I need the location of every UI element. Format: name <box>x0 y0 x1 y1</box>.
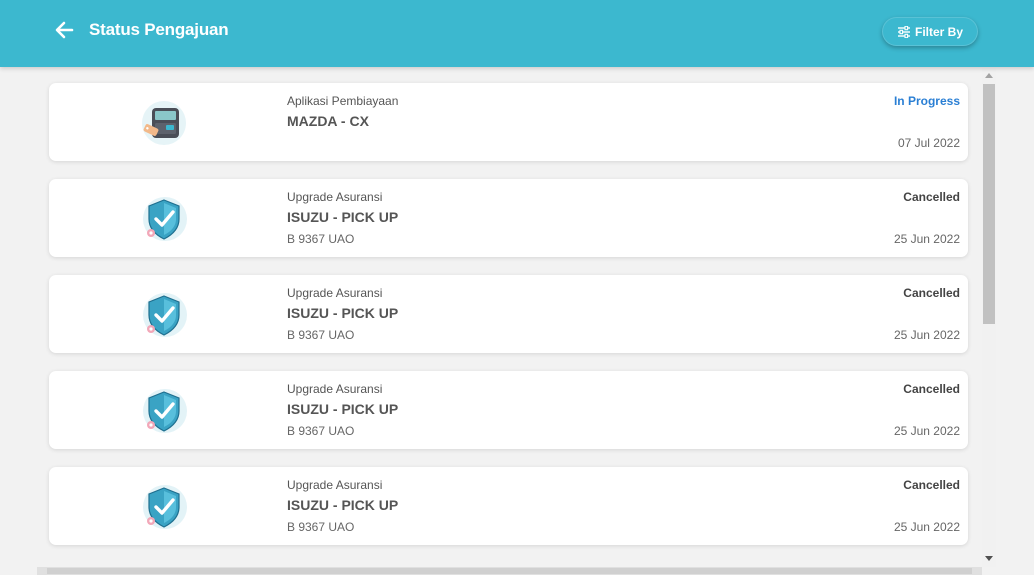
vehicle-name: ISUZU - PICK UP <box>287 305 399 321</box>
status-badge: Cancelled <box>903 382 960 396</box>
application-type: Upgrade Asuransi <box>287 190 383 204</box>
app-header: Status Pengajuan Filter By <box>0 0 1034 67</box>
status-badge: Cancelled <box>903 286 960 300</box>
license-plate: B 9367 UAO <box>287 328 355 342</box>
shield-check-icon <box>139 194 189 244</box>
scrollbar-thumb[interactable] <box>983 84 995 324</box>
shield-check-icon <box>139 290 189 340</box>
vehicle-name: ISUZU - PICK UP <box>287 401 399 417</box>
page-title: Status Pengajuan <box>89 20 229 39</box>
application-type: Upgrade Asuransi <box>287 286 383 300</box>
back-button[interactable] <box>52 17 78 43</box>
sliders-icon <box>897 25 910 38</box>
vertical-scrollbar[interactable] <box>982 67 996 567</box>
shield-check-icon <box>139 386 189 436</box>
application-card[interactable]: Aplikasi Pembiayaan MAZDA - CX In Progre… <box>49 83 968 161</box>
horizontal-scrollbar[interactable] <box>37 567 982 575</box>
filter-button[interactable]: Filter By <box>882 17 978 46</box>
scroll-down-arrow[interactable] <box>985 556 993 561</box>
status-badge: In Progress <box>893 94 960 108</box>
application-type: Aplikasi Pembiayaan <box>287 94 399 108</box>
application-card[interactable]: Upgrade Asuransi ISUZU - PICK UP B 9367 … <box>49 467 968 545</box>
vehicle-name: ISUZU - PICK UP <box>287 497 399 513</box>
application-date: 07 Jul 2022 <box>897 136 960 150</box>
cash-register-icon <box>139 98 189 148</box>
shield-check-icon <box>139 482 189 532</box>
application-date: 25 Jun 2022 <box>893 328 960 342</box>
vehicle-name: MAZDA - CX <box>287 113 369 129</box>
application-list: Aplikasi Pembiayaan MAZDA - CX In Progre… <box>49 83 968 563</box>
application-card[interactable]: Upgrade Asuransi ISUZU - PICK UP B 9367 … <box>49 179 968 257</box>
license-plate: B 9367 UAO <box>287 520 355 534</box>
license-plate: B 9367 UAO <box>287 232 355 246</box>
application-card[interactable]: Upgrade Asuransi ISUZU - PICK UP B 9367 … <box>49 275 968 353</box>
application-card[interactable]: Upgrade Asuransi ISUZU - PICK UP B 9367 … <box>49 371 968 449</box>
application-date: 25 Jun 2022 <box>893 232 960 246</box>
application-type: Upgrade Asuransi <box>287 478 383 492</box>
horizontal-scrollbar-thumb[interactable] <box>47 568 972 574</box>
license-plate: B 9367 UAO <box>287 424 355 438</box>
filter-label: Filter By <box>914 24 963 39</box>
scroll-up-arrow[interactable] <box>985 73 993 78</box>
arrow-left-icon <box>55 21 74 39</box>
status-badge: Cancelled <box>903 478 960 492</box>
application-date: 25 Jun 2022 <box>893 424 960 438</box>
application-type: Upgrade Asuransi <box>287 382 383 396</box>
application-date: 25 Jun 2022 <box>893 520 960 534</box>
status-badge: Cancelled <box>903 190 960 204</box>
vehicle-name: ISUZU - PICK UP <box>287 209 399 225</box>
